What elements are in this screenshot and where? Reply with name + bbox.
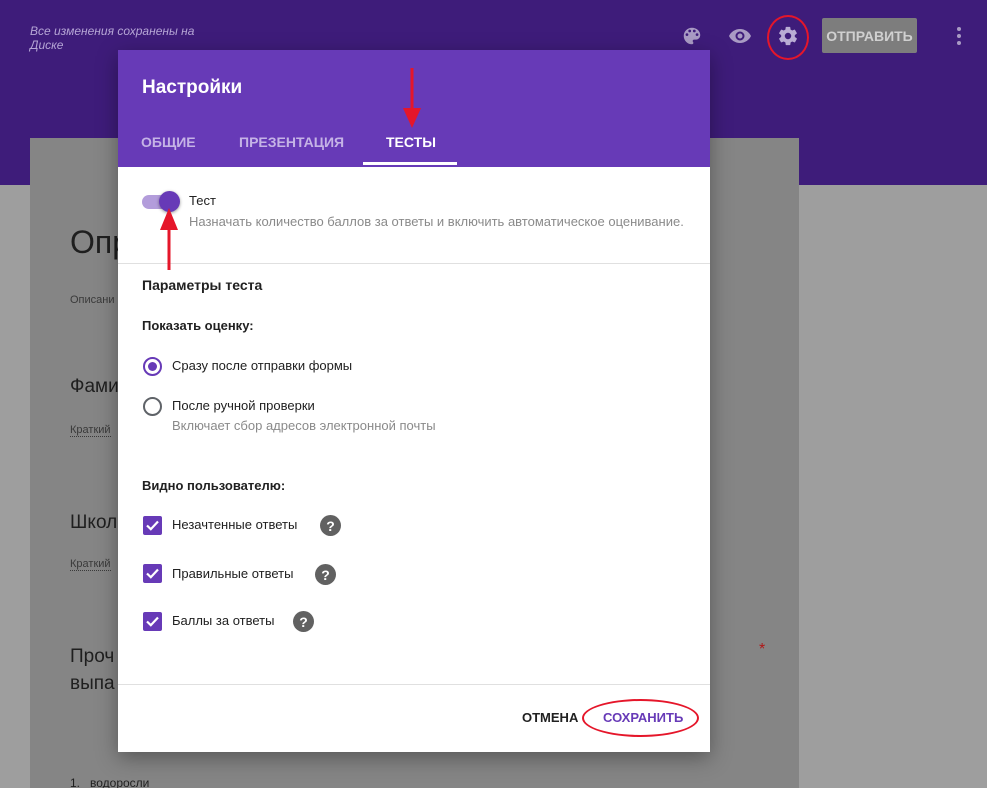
divider	[118, 263, 710, 264]
send-button[interactable]: ОТПРАВИТЬ	[822, 18, 917, 53]
short-answer-placeholder: Краткий	[70, 558, 111, 571]
annotation-arrow-up	[160, 208, 178, 270]
question-title: Фами	[70, 376, 119, 397]
form-description: Описани	[70, 294, 115, 306]
settings-dialog: Настройки ОБЩИЕ ПРЕЗЕНТАЦИЯ ТЕСТЫ Тест Н…	[118, 50, 710, 752]
help-icon[interactable]: ?	[293, 611, 314, 632]
respondent-can-see-label: Видно пользователю:	[142, 478, 286, 493]
radio-manual-review-hint: Включает сбор адресов электронной почты	[172, 418, 436, 433]
checkbox-missed-answers[interactable]	[143, 516, 162, 535]
dialog-title: Настройки	[142, 77, 243, 98]
checkmark-icon	[146, 616, 159, 627]
eye-icon[interactable]	[726, 22, 754, 50]
divider	[118, 684, 710, 685]
annotation-circle-save	[582, 699, 699, 737]
list-item: 1. водоросли	[70, 776, 150, 788]
tab-quizzes[interactable]: ТЕСТЫ	[386, 134, 436, 150]
checkbox-correct-answers[interactable]	[143, 564, 162, 583]
release-grade-label: Показать оценку:	[142, 318, 254, 333]
required-mark: *	[759, 641, 766, 658]
question-title: Проч	[70, 646, 115, 667]
quiz-options-title: Параметры теста	[142, 277, 263, 293]
palette-icon[interactable]	[678, 22, 706, 50]
tab-general[interactable]: ОБЩИЕ	[141, 134, 196, 150]
radio-immediately[interactable]	[143, 357, 162, 376]
quiz-toggle-label: Тест	[189, 193, 216, 208]
checkbox-point-values-label[interactable]: Баллы за ответы	[172, 613, 274, 628]
saved-status: Все изменения сохранены на Диске	[30, 24, 195, 52]
checkbox-point-values[interactable]	[143, 612, 162, 631]
annotation-arrow-down	[403, 68, 421, 128]
more-vert-icon[interactable]	[945, 22, 973, 50]
quiz-toggle-description: Назначать количество баллов за ответы и …	[189, 214, 684, 229]
question-title: Школ	[70, 512, 118, 533]
help-icon[interactable]: ?	[320, 515, 341, 536]
radio-immediately-label[interactable]: Сразу после отправки формы	[172, 358, 352, 373]
checkmark-icon	[146, 520, 159, 531]
annotation-circle-gear	[767, 15, 809, 60]
radio-manual-review[interactable]	[143, 397, 162, 416]
short-answer-placeholder: Краткий	[70, 424, 111, 437]
tab-presentation[interactable]: ПРЕЗЕНТАЦИЯ	[239, 134, 344, 150]
help-icon[interactable]: ?	[315, 564, 336, 585]
radio-manual-review-label[interactable]: После ручной проверки	[172, 398, 315, 413]
cancel-button[interactable]: ОТМЕНА	[522, 710, 578, 725]
question-title-line2: выпа	[70, 673, 115, 694]
checkmark-icon	[146, 568, 159, 579]
active-tab-indicator	[363, 162, 457, 165]
checkbox-correct-answers-label[interactable]: Правильные ответы	[172, 566, 293, 581]
checkbox-missed-answers-label[interactable]: Незачтенные ответы	[172, 517, 297, 532]
